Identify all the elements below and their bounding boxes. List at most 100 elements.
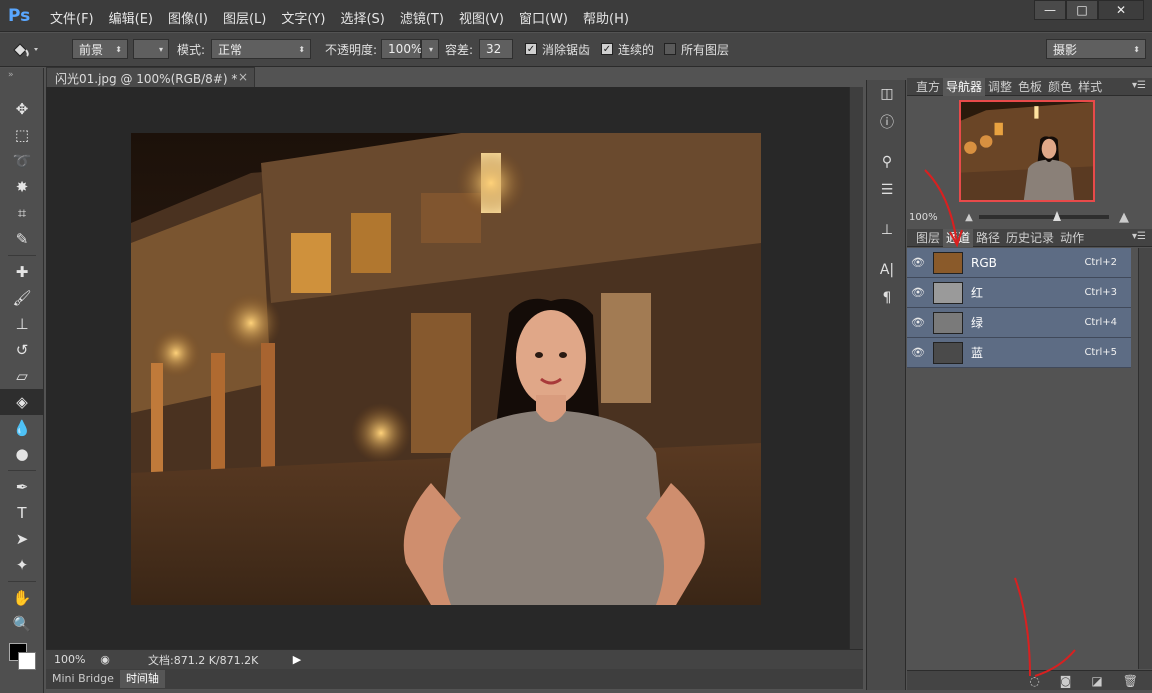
document-image[interactable] [131,133,761,605]
paint-bucket-icon [13,43,38,57]
zoom-out-icon[interactable]: ▲ [959,212,979,223]
clone-stamp-tool-icon[interactable]: ⊥ [0,311,44,337]
visibility-eye-icon[interactable]: 👁 [907,346,929,359]
menu-file[interactable]: 文件(F) [50,8,94,27]
navigator-zoom-row: 100% ▲ ▲ [907,206,1152,228]
lasso-tool-icon[interactable]: ➰ [0,148,44,174]
share-icon[interactable]: ◉ [94,653,116,666]
close-tab-icon[interactable]: × [238,70,248,84]
delete-channel-icon[interactable]: 🗑 [1123,674,1138,688]
channel-row-blue[interactable]: 👁 蓝 Ctrl+5 [907,338,1131,368]
menu-image[interactable]: 图像(I) [168,8,208,27]
document-tab[interactable]: 闪光01.jpg @ 100%(RGB/8#) * × [46,67,255,87]
opacity-label: 不透明度: [325,42,378,57]
tab-mini-bridge[interactable]: Mini Bridge [46,670,120,688]
dodge-tool-icon[interactable]: ● [0,441,44,467]
background-color-swatch[interactable] [18,652,36,670]
clone-source-icon[interactable]: ⊥ [867,216,907,244]
shape-tool-icon[interactable]: ✦ [0,552,44,578]
healing-brush-tool-icon[interactable]: ✚ [0,259,44,285]
pen-tool-icon[interactable]: ✒ [0,474,44,500]
crop-tool-icon[interactable]: ⌗ [0,200,44,226]
menu-window[interactable]: 窗口(W) [519,8,568,27]
panel-menu-icon[interactable]: ▾☰ [1132,231,1146,242]
tab-layers[interactable]: 图层 [913,229,943,247]
eraser-tool-icon[interactable]: ▱ [0,363,44,389]
character-icon[interactable]: A| [867,256,907,284]
visibility-eye-icon[interactable]: 👁 [907,316,929,329]
zoom-tool-icon[interactable]: 🔍 [0,611,44,637]
history-brush-tool-icon[interactable]: ↺ [0,337,44,363]
visibility-eye-icon[interactable]: 👁 [907,286,929,299]
panel-menu-icon[interactable]: ▾☰ [1132,80,1146,91]
zoom-level[interactable]: 100% [46,653,94,666]
eyedropper-tool-icon[interactable]: ✎ [0,226,44,252]
tab-actions[interactable]: 动作 [1057,229,1087,247]
navigator-zoom-value[interactable]: 100% [909,212,959,223]
marquee-tool-icon[interactable]: ⬚ [0,122,44,148]
minimize-button[interactable]: — [1034,0,1066,20]
tab-swatches[interactable]: 色板 [1015,78,1045,96]
fill-source-select[interactable]: 前景 ⬍ [72,39,128,59]
mode-select[interactable]: 正常 ⬍ [211,39,312,59]
channel-row-rgb[interactable]: 👁 RGB Ctrl+2 [907,248,1131,278]
close-button[interactable]: ✕ [1098,0,1144,20]
zoom-in-icon[interactable]: ▲ [1109,210,1139,225]
tab-styles[interactable]: 样式 [1075,78,1105,96]
tab-histogram[interactable]: 直方 [913,78,943,96]
brush-tool-icon[interactable]: 🖌 [0,285,44,311]
workspace-select[interactable]: 摄影 ⬍ [1046,39,1146,59]
paint-bucket-tool-icon[interactable]: ◈ [0,389,44,415]
opacity-slider-toggle[interactable]: ▾ [421,39,440,59]
zoom-slider-thumb[interactable] [1053,211,1061,221]
contiguous-checkbox[interactable]: ✓ 连续的 [601,39,654,59]
save-selection-as-channel-icon[interactable]: ◙ [1060,674,1072,688]
paragraph-icon[interactable]: ¶ [867,284,907,312]
move-tool-icon[interactable]: ✥ [0,96,44,122]
navigator-thumbnail[interactable] [959,100,1095,202]
channel-thumbnail [933,341,963,364]
maximize-button[interactable]: □ [1066,0,1098,20]
channel-row-green[interactable]: 👁 绿 Ctrl+4 [907,308,1131,338]
status-menu-arrow-icon[interactable]: ▶ [288,653,306,666]
channel-thumbnail [933,311,963,334]
magic-wand-tool-icon[interactable]: ✸ [0,174,44,200]
menu-filter[interactable]: 滤镜(T) [400,8,444,27]
zoom-slider[interactable] [979,211,1109,221]
tab-history[interactable]: 历史记录 [1003,229,1057,247]
type-tool-icon[interactable]: T [0,500,44,526]
pattern-picker[interactable]: ▾ [133,39,169,59]
load-channel-as-selection-icon[interactable]: ◌ [1029,674,1039,688]
opacity-input[interactable]: 100% [381,39,422,59]
info-icon[interactable]: ⓘ [867,108,907,136]
menu-type[interactable]: 文字(Y) [281,8,325,27]
tab-paths[interactable]: 路径 [973,229,1003,247]
brush-preset-icon[interactable]: ⚲ [867,148,907,176]
path-selection-tool-icon[interactable]: ➤ [0,526,44,552]
tab-navigator[interactable]: 导航器 [943,77,986,96]
channel-row-red[interactable]: 👁 红 Ctrl+3 [907,278,1131,308]
tool-preset-picker[interactable] [8,39,44,59]
menu-select[interactable]: 选择(S) [340,8,384,27]
menu-edit[interactable]: 编辑(E) [109,8,153,27]
tab-color[interactable]: 颜色 [1045,78,1075,96]
antialias-checkbox[interactable]: ✓ 消除锯齿 [525,39,590,59]
channels-scrollbar[interactable] [1138,248,1152,669]
menu-help[interactable]: 帮助(H) [583,8,629,27]
tab-adjustments[interactable]: 调整 [985,78,1015,96]
blur-tool-icon[interactable]: 💧 [0,415,44,441]
new-channel-icon[interactable]: ◪ [1091,674,1102,688]
canvas-vertical-scrollbar[interactable] [849,87,863,649]
mini-bridge-icon[interactable]: ◫ [867,80,907,108]
tab-timeline[interactable]: 时间轴 [119,670,165,688]
adjustments-icon[interactable]: ☰ [867,176,907,204]
hand-tool-icon[interactable]: ✋ [0,585,44,611]
menu-view[interactable]: 视图(V) [459,8,504,27]
tab-channels[interactable]: 通道 [943,228,974,247]
all-layers-checkbox[interactable]: 所有图层 [664,39,729,59]
tolerance-input[interactable]: 32 [479,39,514,59]
panel-collapse-icon[interactable]: » [0,68,43,96]
menu-layer[interactable]: 图层(L) [223,8,266,27]
chevron-down-icon: ▾ [158,44,163,54]
visibility-eye-icon[interactable]: 👁 [907,256,929,269]
